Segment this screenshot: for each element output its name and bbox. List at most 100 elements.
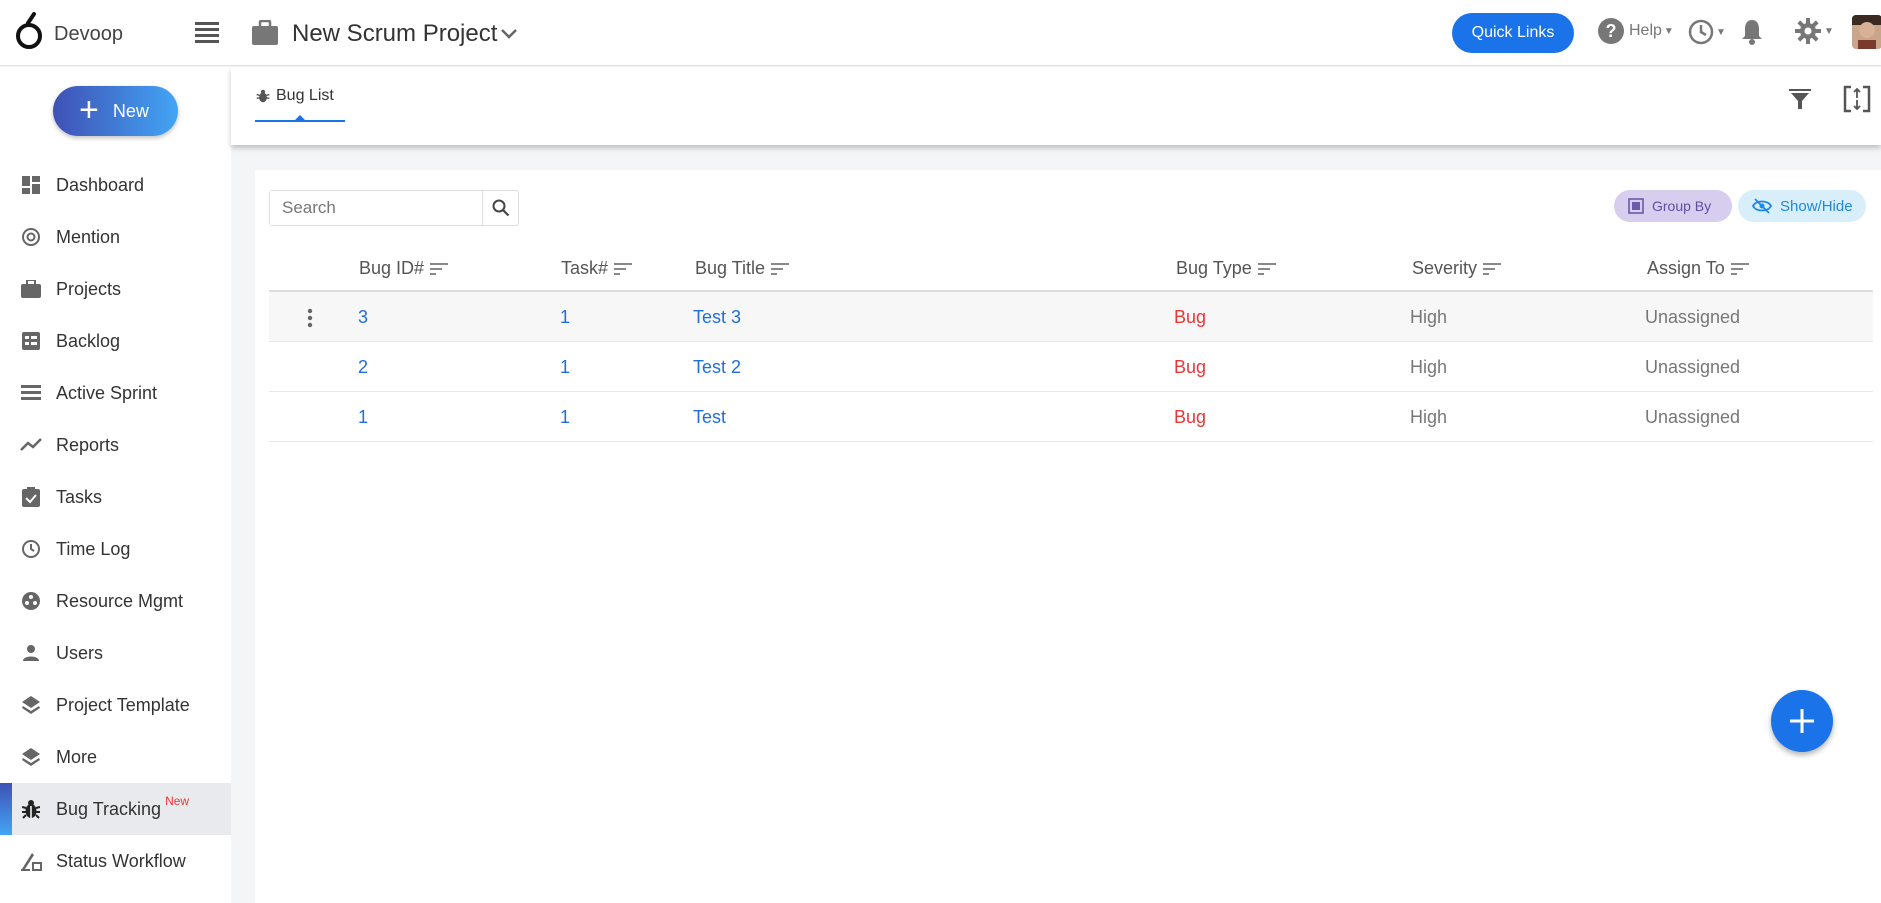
expand-icon[interactable] (1843, 85, 1871, 113)
caret-down-icon: ▼ (1663, 25, 1674, 37)
workflow-icon (20, 850, 42, 872)
menu-toggle-icon[interactable] (195, 22, 219, 43)
sidebar-item-projects[interactable]: Projects (0, 263, 231, 315)
table-row[interactable]: 3 1 Test 3 Bug High Unassigned (269, 292, 1873, 342)
bug-title-link[interactable]: Test 3 (693, 307, 741, 328)
sort-icon (430, 262, 449, 275)
dashboard-icon (20, 174, 42, 196)
group-icon (1628, 198, 1644, 214)
sidebar-item-more[interactable]: More (0, 731, 231, 783)
task-link[interactable]: 1 (560, 357, 570, 378)
assignee: Unassigned (1645, 407, 1741, 427)
briefcase-icon (20, 278, 42, 300)
help-icon: ? (1598, 18, 1624, 44)
assignee: Unassigned (1645, 307, 1741, 327)
active-tab-notch (295, 115, 305, 120)
caret-down-icon: ▼ (1824, 25, 1834, 37)
layers-icon (20, 746, 42, 768)
clock-icon (20, 538, 42, 560)
bell-icon[interactable] (1740, 18, 1764, 46)
sort-icon (1730, 262, 1749, 275)
show-hide-button[interactable]: Show/Hide (1738, 190, 1866, 222)
bug-icon (256, 89, 270, 103)
table-row[interactable]: 1 1 Test Bug High Unassigned (269, 392, 1873, 442)
caret-down-icon: ▼ (1716, 26, 1726, 38)
app-logo[interactable]: Devoop (14, 12, 123, 52)
more-vert-icon[interactable] (307, 308, 313, 328)
search-input[interactable] (270, 191, 482, 225)
sidebar-item-tasks[interactable]: Tasks (0, 471, 231, 523)
table-header: Bug ID# Task# Bug Title Bug Type Severit… (269, 242, 1873, 292)
bug-type: Bug (1174, 407, 1207, 427)
sidebar-item-resource-mgmt[interactable]: Resource Mgmt (0, 575, 231, 627)
user-icon (20, 642, 42, 664)
table-row[interactable]: 2 1 Test 2 Bug High Unassigned (269, 342, 1873, 392)
bug-id-link[interactable]: 1 (358, 407, 368, 428)
bug-list-panel: Group By Show/Hide Bug ID# Task# Bug Tit… (255, 170, 1881, 903)
column-header-assign-to[interactable]: Assign To (1647, 258, 1749, 279)
sidebar-item-active-sprint[interactable]: Active Sprint (0, 367, 231, 419)
sidebar-item-bug-tracking[interactable]: Bug Tracking New (0, 783, 231, 835)
quick-links-button[interactable]: Quick Links (1452, 13, 1574, 53)
sprint-icon (20, 382, 42, 404)
at-icon (20, 226, 42, 248)
add-bug-button[interactable] (1771, 690, 1833, 752)
clipboard-check-icon (20, 486, 42, 508)
task-link[interactable]: 1 (560, 307, 570, 328)
top-bar: Devoop New Scrum Project Quick Links ? H… (0, 0, 1881, 66)
sort-icon (614, 262, 633, 275)
new-button-label: New (112, 100, 149, 121)
trend-icon (20, 434, 42, 456)
column-header-task[interactable]: Task# (561, 258, 633, 279)
group-by-button[interactable]: Group By (1614, 190, 1732, 222)
sidebar-item-users[interactable]: Users (0, 627, 231, 679)
gear-icon (1795, 18, 1821, 44)
layers-icon (20, 694, 42, 716)
column-header-bug-type[interactable]: Bug Type (1176, 258, 1276, 279)
sidebar-item-reports[interactable]: Reports (0, 419, 231, 471)
assignee: Unassigned (1645, 357, 1741, 377)
tab-label: Bug List (276, 87, 334, 104)
briefcase-icon (252, 20, 278, 45)
devoop-logo-icon (16, 12, 42, 49)
help-label: Help (1629, 22, 1662, 39)
bug-id-link[interactable]: 3 (358, 307, 368, 328)
clock-icon (1688, 19, 1714, 45)
bug-id-link[interactable]: 2 (358, 357, 368, 378)
settings-menu[interactable]: ▼ (1794, 17, 1834, 45)
resource-icon (20, 590, 42, 612)
column-header-bug-id[interactable]: Bug ID# (359, 258, 449, 279)
bug-table: Bug ID# Task# Bug Title Bug Type Severit… (269, 242, 1873, 442)
column-header-bug-title[interactable]: Bug Title (695, 258, 790, 279)
sidebar-item-time-log[interactable]: Time Log (0, 523, 231, 575)
active-tab-indicator (255, 120, 345, 122)
chevron-down-icon[interactable] (500, 28, 518, 40)
column-header-severity[interactable]: Severity (1412, 258, 1502, 279)
eye-off-icon (1752, 198, 1772, 214)
task-link[interactable]: 1 (560, 407, 570, 428)
sidebar-item-dashboard[interactable]: Dashboard (0, 159, 231, 211)
bug-title-link[interactable]: Test (693, 407, 726, 428)
group-by-label: Group By (1652, 198, 1712, 214)
sidebar-item-status-workflow[interactable]: Status Workflow (0, 835, 231, 887)
project-title[interactable]: New Scrum Project (292, 20, 497, 48)
recent-menu[interactable]: ▼ (1688, 19, 1726, 45)
help-menu[interactable]: ? Help ▼ (1598, 18, 1674, 44)
bug-title-link[interactable]: Test 2 (693, 357, 741, 378)
new-button[interactable]: + New (53, 86, 178, 136)
show-hide-label: Show/Hide (1780, 197, 1853, 215)
avatar[interactable] (1852, 15, 1881, 49)
plus-icon: + (79, 90, 99, 129)
sidebar-item-mention[interactable]: Mention (0, 211, 231, 263)
sort-icon (771, 262, 790, 275)
sidebar-item-label: Bug Tracking (56, 798, 162, 819)
sort-icon (1483, 262, 1502, 275)
app-name: Devoop (54, 22, 123, 45)
search-button[interactable] (482, 191, 518, 225)
sidebar-item-project-template[interactable]: Project Template (0, 679, 231, 731)
filter-icon[interactable] (1789, 87, 1811, 111)
sidebar: + New Dashboard Mention Projects Backlog… (0, 67, 231, 903)
sidebar-item-backlog[interactable]: Backlog (0, 315, 231, 367)
severity: High (1410, 357, 1448, 377)
severity: High (1410, 407, 1448, 427)
